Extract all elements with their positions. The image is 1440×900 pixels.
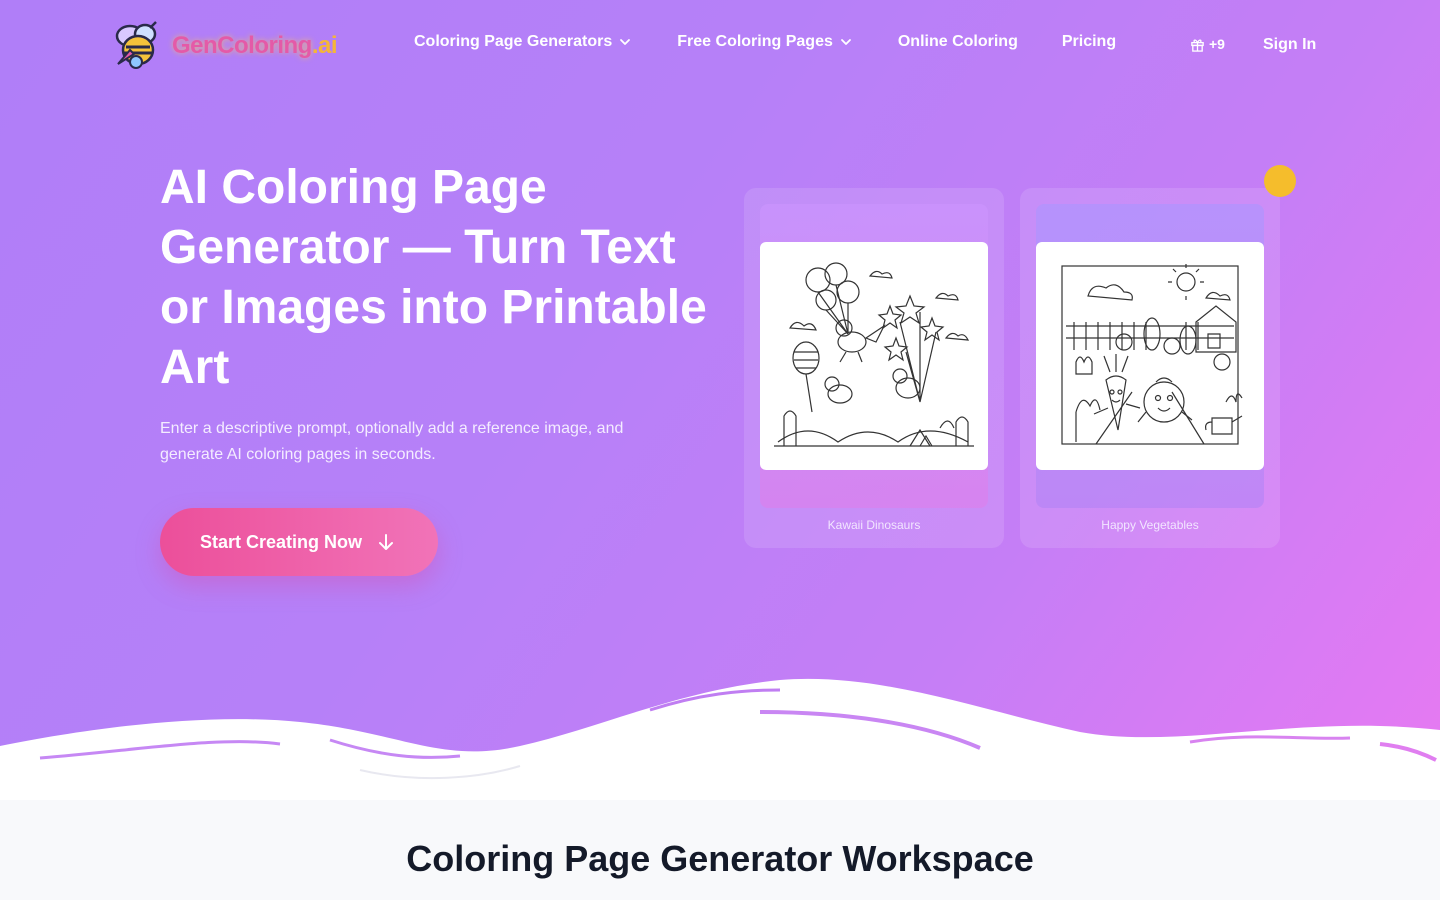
nav-coloring-page-generators-label: Coloring Page Generators [414,33,613,50]
nav-free-coloring-pages[interactable]: Free Coloring Pages [677,33,852,51]
nav-coloring-page-generators[interactable]: Coloring Page Generators [414,33,631,51]
brand-name-main: GenColoring [172,32,312,59]
credits-badge[interactable]: +9 [1190,36,1225,52]
brand-logo[interactable]: GenColoring.ai [110,20,360,72]
card-caption: Kawaii Dinosaurs [827,518,921,532]
start-creating-label: Start Creating Now [200,531,363,552]
hero-subtitle: Enter a descriptive prompt, optionally a… [160,420,624,463]
nav-pricing-label: Pricing [1061,33,1117,50]
credits-count: +9 [1209,36,1225,52]
nav-online-coloring-label: Online Coloring [897,33,1018,50]
bee-logo-icon [115,21,157,69]
chevron-down-icon [840,39,851,45]
decorative-yellow-dot [1264,165,1296,197]
nav-online-coloring[interactable]: Online Coloring [898,33,1018,51]
nav-free-coloring-pages-label: Free Coloring Pages [677,33,833,50]
hero-section: GenColoring.ai Coloring Page Generators … [0,0,1440,800]
chevron-down-icon [620,39,631,45]
dinosaur-coloring-image [760,242,988,470]
brand-name: GenColoring.ai [172,32,338,60]
vegetables-coloring-image [1036,242,1264,470]
brand-name-suffix: .ai [311,32,338,59]
arrow-down-icon [379,534,394,550]
nav-pricing[interactable]: Pricing [1062,33,1116,51]
nav-links: Coloring Page Generators Free Coloring P… [414,33,1116,51]
workspace-section-title: Coloring Page Generator Workspace [406,838,1034,879]
card-caption: Happy Vegetables [1101,518,1199,532]
hero-wave-divider [0,678,1440,800]
top-nav: GenColoring.ai Coloring Page Generators … [0,0,1440,90]
gallery-card-happy-vegetables[interactable]: Happy Vegetables [1020,188,1280,548]
start-creating-button[interactable]: Start Creating Now [160,508,438,576]
hero-title: AI Coloring Page Generator — Turn Text o… [160,161,707,394]
gallery-card-kawaii-dinosaurs[interactable]: Kawaii Dinosaurs [744,188,1004,548]
gift-icon [1191,39,1204,52]
sign-in-link[interactable]: Sign In [1263,36,1316,54]
